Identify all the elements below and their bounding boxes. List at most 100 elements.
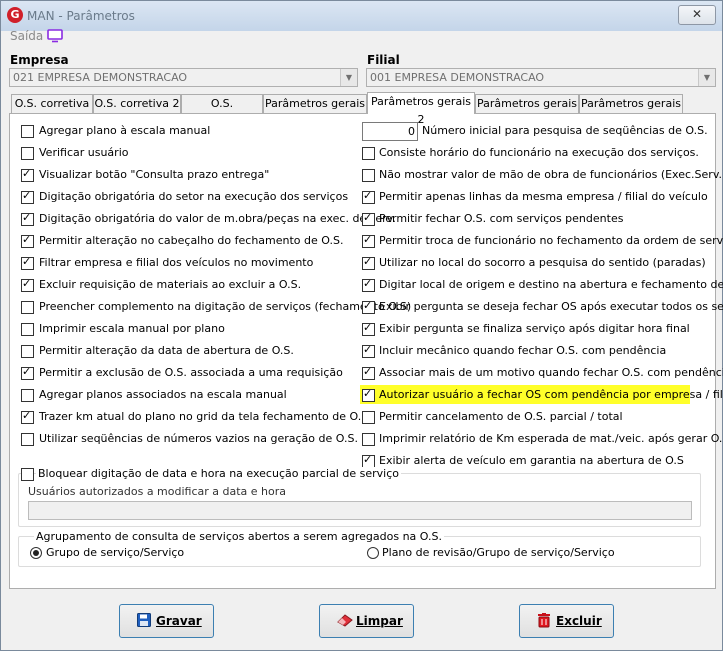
window-title: MAN - Parâmetros [27,9,135,23]
left-option-checkbox[interactable] [21,147,34,160]
tab-parametros-gerais-3[interactable]: Parâmetros gerais 3 [475,94,579,128]
right-option-checkbox[interactable]: ✓ [362,189,375,204]
numero-inicial-label: Número inicial para pesquisa de seqüênci… [422,124,708,137]
left-option-label: Trazer km atual do plano no grid da tela… [39,410,372,423]
left-option-checkbox[interactable] [21,433,34,446]
check-icon: ✓ [22,189,32,202]
right-option-label: Consiste horário do funcionário na execu… [379,146,699,159]
left-option-checkbox[interactable] [21,345,34,358]
left-option-label: Filtrar empresa e filial dos veículos no… [39,256,314,269]
radio-grupo-servico[interactable] [30,547,42,559]
check-icon: ✓ [363,365,373,378]
right-option-label: Digitar local de origem e destino na abe… [379,278,723,291]
left-option-checkbox[interactable]: ✓ [21,233,34,248]
left-option-checkbox[interactable]: ✓ [21,255,34,270]
tab-os-preventiva[interactable]: O.S. preventiva [181,94,263,128]
right-option-checkbox[interactable]: ✓ [362,321,375,336]
right-option-checkbox[interactable] [362,411,375,424]
right-option-checkbox[interactable]: ✓ [362,255,375,270]
empresa-label: Empresa [10,53,69,67]
left-option-label: Digitação obrigatória do setor na execuç… [39,190,349,203]
gravar-button[interactable]: Gravar [119,604,214,638]
limpar-label: Limpar [356,614,403,628]
tab-os-corretiva[interactable]: O.S. corretiva [11,94,93,113]
close-button[interactable]: ✕ [678,5,716,25]
right-option-checkbox[interactable]: ✓ [362,277,375,292]
menu-bar: Saída [1,29,722,49]
bloquear-checkbox[interactable] [21,468,34,481]
check-icon: ✓ [22,211,32,224]
usuarios-autorizados-label: Usuários autorizados a modificar a data … [28,485,287,498]
right-option-checkbox[interactable] [362,433,375,446]
left-option-checkbox[interactable] [21,389,34,402]
chevron-down-icon[interactable]: ▼ [698,69,715,86]
left-option-checkbox[interactable]: ✓ [21,277,34,292]
right-option-label: Associar mais de um motivo quando fechar… [379,366,723,379]
trash-can-icon [537,613,551,631]
empresa-select[interactable]: 021 EMPRESA DEMONSTRACAO ▼ [9,68,358,87]
filial-label: Filial [367,53,400,67]
right-option-label: Permitir fechar O.S. com serviços penden… [379,212,624,225]
check-icon: ✓ [22,365,32,378]
check-icon: ✓ [363,387,373,400]
chevron-down-icon[interactable]: ▼ [340,69,357,86]
left-option-label: Agregar planos associados na escala manu… [39,388,287,401]
tab-parametros-gerais-4[interactable]: Parâmetros gerais 4 [579,94,683,128]
left-option-label: Permitir alteração no cabeçalho do fecha… [39,234,344,247]
check-icon: ✓ [22,255,32,268]
right-option-checkbox[interactable]: ✓ [362,233,375,248]
right-option-checkbox[interactable] [362,147,375,160]
tab-parametros-gerais-2[interactable]: Parâmetros gerais 2 [367,92,475,126]
right-option-checkbox[interactable]: ✓ [362,365,375,380]
bloquear-label: Bloquear digitação de data e hora na exe… [36,467,401,480]
monitor-icon[interactable] [47,29,63,46]
left-option-label: Permitir a exclusão de O.S. associada a … [39,366,343,379]
excluir-button[interactable]: Excluir [519,604,614,638]
left-option-checkbox[interactable] [21,323,34,336]
title-bar[interactable]: G MAN - Parâmetros ✕ [1,1,722,31]
right-option-label: Permitir cancelamento de O.S. parcial / … [379,410,623,423]
right-option-label: Incluir mecânico quando fechar O.S. com … [379,344,667,357]
check-icon: ✓ [363,255,373,268]
radio-selected-dot [33,550,39,556]
right-option-checkbox[interactable]: ✓ [362,343,375,358]
usuarios-autorizados-field[interactable] [28,501,692,520]
right-option-label: Permitir troca de funcionário no fechame… [379,234,723,247]
right-option-checkbox[interactable]: ✓ [362,387,375,402]
filial-value: 001 EMPRESA DEMONSTRACAO [370,71,545,84]
left-option-checkbox[interactable]: ✓ [21,365,34,380]
check-icon: ✓ [363,189,373,202]
left-option-checkbox[interactable] [21,301,34,314]
right-option-label: Exibir pergunta se deseja fechar OS após… [379,300,723,313]
tab-os-corretiva-2[interactable]: O.S. corretiva 2 [93,94,181,113]
right-option-label: Utilizar no local do socorro a pesquisa … [379,256,706,269]
agrupamento-title: Agrupamento de consulta de serviços aber… [34,530,444,543]
right-option-checkbox[interactable] [362,169,375,182]
numero-inicial-input[interactable]: 0 [362,122,418,141]
left-option-checkbox[interactable] [21,125,34,138]
left-option-label: Preencher complemento na digitação de se… [39,300,412,313]
app-logo-icon: G [7,7,23,23]
left-option-checkbox[interactable]: ✓ [21,189,34,204]
left-option-checkbox[interactable]: ✓ [21,409,34,424]
left-option-label: Utilizar seqüências de números vazios na… [39,432,358,445]
left-option-label: Agregar plano à escala manual [39,124,211,137]
check-icon: ✓ [22,167,32,180]
radio-grupo-servico-label: Grupo de serviço/Serviço [46,546,185,559]
left-option-label: Imprimir escala manual por plano [39,322,225,335]
limpar-button[interactable]: Limpar [319,604,414,638]
filial-select[interactable]: 001 EMPRESA DEMONSTRACAO ▼ [366,68,716,87]
left-option-label: Permitir alteração da data de abertura d… [39,344,294,357]
check-icon: ✓ [363,277,373,290]
left-option-label: Visualizar botão "Consulta prazo entrega… [39,168,270,181]
left-option-checkbox[interactable]: ✓ [21,211,34,226]
menu-saida[interactable]: Saída [10,29,43,43]
tab-parametros-gerais-1[interactable]: Parâmetros gerais 1 [263,94,367,128]
right-option-checkbox[interactable]: ✓ [362,299,375,314]
left-option-checkbox[interactable]: ✓ [21,167,34,182]
radio-plano-revisao[interactable] [367,547,379,559]
left-option-label: Excluir requisição de materiais ao exclu… [39,278,302,291]
right-option-label: Imprimir relatório de Km esperada de mat… [379,432,723,445]
right-option-checkbox[interactable]: ✓ [362,211,375,226]
empresa-value: 021 EMPRESA DEMONSTRACAO [13,71,188,84]
